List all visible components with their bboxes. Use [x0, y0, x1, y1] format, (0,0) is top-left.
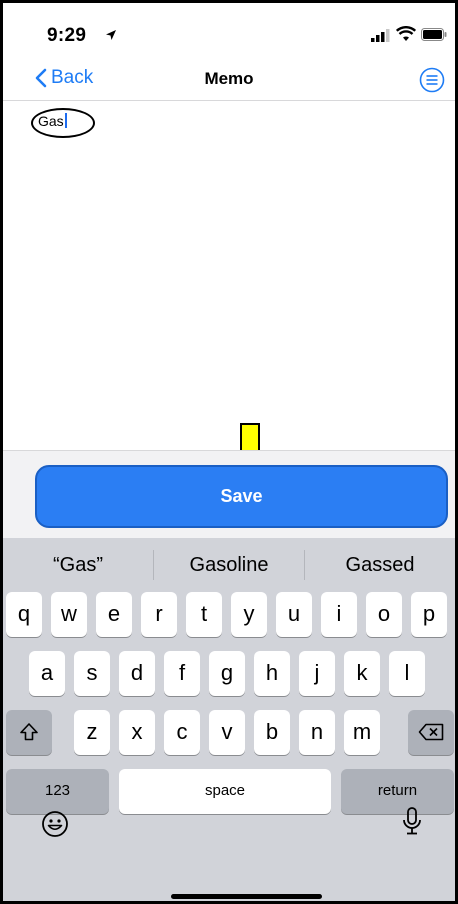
key-c[interactable]: c — [164, 710, 200, 755]
suggestion-gasoline[interactable]: Gasoline — [154, 554, 304, 577]
key-f[interactable]: f — [164, 651, 200, 696]
navigation-bar: Back Memo — [3, 61, 455, 101]
key-h[interactable]: h — [254, 651, 290, 696]
key-y[interactable]: y — [231, 592, 267, 637]
location-arrow-icon — [106, 30, 116, 40]
key-q[interactable]: q — [6, 592, 42, 637]
key-r[interactable]: r — [141, 592, 177, 637]
key-n[interactable]: n — [299, 710, 335, 755]
shift-key[interactable] — [6, 710, 52, 755]
key-t[interactable]: t — [186, 592, 222, 637]
save-area: Save — [3, 450, 455, 538]
memo-text: Gas — [38, 113, 67, 129]
menu-icon[interactable] — [419, 67, 445, 93]
home-indicator[interactable] — [171, 894, 322, 899]
key-d[interactable]: d — [119, 651, 155, 696]
key-b[interactable]: b — [254, 710, 290, 755]
key-g[interactable]: g — [209, 651, 245, 696]
suggestion-bar: “Gas” Gasoline Gassed — [3, 538, 455, 592]
keyboard-bottom-bar — [3, 804, 455, 864]
key-row-2: a s d f g h j k l — [3, 651, 455, 696]
key-e[interactable]: e — [96, 592, 132, 637]
key-p[interactable]: p — [411, 592, 447, 637]
memo-text-area[interactable]: Gas — [23, 103, 443, 553]
text-cursor — [64, 113, 67, 128]
wifi-icon — [396, 26, 416, 41]
key-s[interactable]: s — [74, 651, 110, 696]
key-u[interactable]: u — [276, 592, 312, 637]
battery-icon — [421, 28, 447, 41]
status-time: 9:29 — [47, 25, 87, 46]
key-z[interactable]: z — [74, 710, 110, 755]
backspace-key[interactable] — [408, 710, 454, 755]
key-row-1: q w e r t y u i o p — [3, 592, 455, 637]
emoji-icon[interactable] — [41, 810, 69, 838]
suggestion-quoted[interactable]: “Gas” — [3, 554, 153, 577]
shift-icon — [20, 723, 38, 741]
key-o[interactable]: o — [366, 592, 402, 637]
backspace-icon — [418, 723, 444, 741]
key-i[interactable]: i — [321, 592, 357, 637]
status-bar: 9:29 — [3, 3, 455, 61]
keyboard: “Gas” Gasoline Gassed q w e r t y u i o … — [3, 538, 455, 901]
key-x[interactable]: x — [119, 710, 155, 755]
phone-screen: 9:29 Back Memo Gas Save “Gas” Gasoline G… — [0, 0, 458, 904]
key-row-3: z x c v b n m — [3, 710, 455, 755]
key-w[interactable]: w — [51, 592, 87, 637]
page-title: Memo — [204, 69, 254, 88]
microphone-icon[interactable] — [401, 806, 423, 838]
save-button[interactable]: Save — [35, 465, 448, 528]
key-v[interactable]: v — [209, 710, 245, 755]
key-k[interactable]: k — [344, 651, 380, 696]
key-j[interactable]: j — [299, 651, 335, 696]
key-l[interactable]: l — [389, 651, 425, 696]
key-m[interactable]: m — [344, 710, 380, 755]
signal-icon — [371, 29, 390, 42]
key-a[interactable]: a — [29, 651, 65, 696]
suggestion-gassed[interactable]: Gassed — [305, 554, 455, 577]
